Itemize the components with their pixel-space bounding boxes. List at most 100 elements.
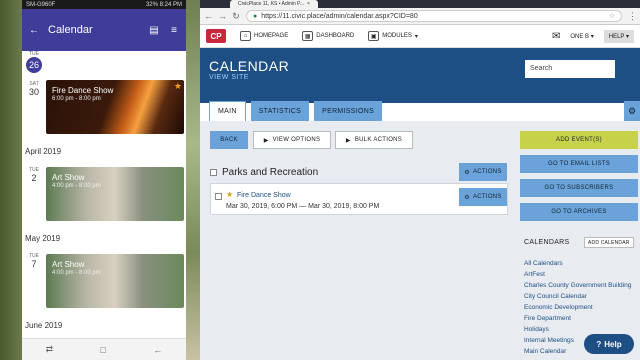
month-header: April 2019 — [25, 147, 62, 156]
event-row: ★ Fire Dance Show Mar 30, 2019, 6:00 PM … — [210, 183, 508, 215]
back-icon[interactable]: ← — [153, 345, 162, 355]
event-dates: Mar 30, 2019, 6:00 PM — Mar 30, 2019, 8:… — [226, 203, 380, 210]
calendar-icon[interactable]: ▤ — [148, 24, 160, 36]
play-icon: ▶ — [345, 137, 351, 144]
help-button[interactable]: ? Help — [584, 334, 634, 354]
view-site-link[interactable]: VIEW SITE — [209, 74, 249, 81]
group-checkbox[interactable] — [210, 168, 217, 176]
browser-tab-strip: CivicPlace 11, KS • Admin P... × — [200, 0, 640, 8]
filter-icon[interactable]: ≡ — [168, 24, 180, 36]
help-button-label: Help — [604, 339, 622, 349]
star-icon[interactable]: ★ — [226, 190, 233, 199]
tab-permissions[interactable]: PERMISSIONS — [314, 101, 383, 121]
tab-main[interactable]: MAIN — [209, 101, 246, 121]
event-card-fire-dance[interactable]: Fire Dance Show 6:00 pm - 8:00 pm ★ — [46, 80, 184, 134]
status-left: SM-G960F — [26, 1, 56, 8]
page-title: CALENDAR — [209, 58, 290, 74]
browser-window: CivicPlace 11, KS • Admin P... × ← → ↻ ●… — [200, 0, 640, 360]
page-tabs: MAIN STATISTICS PERMISSIONS — [209, 101, 383, 121]
home-icon[interactable]: □ — [101, 345, 106, 355]
event-actions-button[interactable]: ⚙ ACTIONS — [459, 188, 507, 206]
app-bar: ← Calendar ▤ ≡ — [22, 9, 186, 51]
calendar-link[interactable]: City Council Calendar — [524, 291, 638, 302]
modules-icon: ▣ — [368, 31, 380, 41]
dashboard-icon: ▦ — [302, 31, 314, 41]
address-bar-row: ← → ↻ ● https://11.civic.place/admin/cal… — [200, 8, 640, 25]
url-field[interactable]: ● https://11.civic.place/admin/calendar.… — [246, 10, 622, 22]
bookmark-star-icon[interactable]: ☆ — [609, 12, 615, 20]
desktop-background-strip — [186, 0, 200, 360]
tab-statistics[interactable]: STATISTICS — [250, 101, 310, 121]
event-title: Art Show — [52, 260, 85, 269]
bulk-actions-button[interactable]: ▶ BULK ACTIONS — [335, 131, 413, 149]
event-card-art-show[interactable]: Art Show 4:00 pm - 8:00 pm — [46, 254, 184, 308]
android-nav-bar: ⇄ □ ← — [22, 338, 186, 360]
month-header: June 2019 — [25, 321, 63, 330]
close-icon[interactable]: × — [307, 1, 310, 7]
url-text: https://11.civic.place/admin/calendar.as… — [261, 12, 418, 20]
civicplace-logo[interactable]: CP — [206, 29, 226, 43]
user-menu-label: ONE B — [570, 33, 590, 40]
event-title: Fire Dance Show — [52, 86, 114, 95]
event-list[interactable]: TUE 26 SAT 30 Fire Dance Show 6:00 pm - … — [22, 51, 186, 338]
calendar-link[interactable]: All Calendars — [524, 258, 638, 269]
forward-icon[interactable]: → — [218, 11, 227, 21]
event-checkbox[interactable] — [215, 193, 222, 200]
calendar-link[interactable]: Fire Department — [524, 313, 638, 324]
help-menu[interactable]: HELP ▾ — [603, 29, 634, 43]
recent-apps-icon[interactable]: ⇄ — [46, 344, 54, 355]
event-day: 2 — [31, 173, 37, 183]
play-icon: ▶ — [263, 137, 269, 144]
nav-modules[interactable]: ▣ MODULES ▾ — [368, 31, 418, 41]
back-button[interactable]: BACK — [210, 131, 248, 149]
menu-icon[interactable]: ⋮ — [628, 11, 637, 22]
browser-tab[interactable]: CivicPlace 11, KS • Admin P... × — [230, 0, 318, 8]
add-calendar-button[interactable]: ADD CALENDAR — [584, 237, 634, 248]
month-header: May 2019 — [25, 234, 61, 243]
tab-title: CivicPlace 11, KS • Admin P... — [238, 1, 305, 7]
back-icon[interactable]: ← — [204, 11, 213, 21]
calendars-heading: CALENDARS — [524, 239, 570, 246]
main-content: BACK ▶ VIEW OPTIONS ▶ BULK ACTIONS Parks a… — [200, 121, 640, 360]
reload-icon[interactable]: ↻ — [232, 11, 240, 22]
lock-icon: ● — [253, 12, 258, 20]
event-card-art-show[interactable]: Art Show 4:00 pm - 8:00 pm — [46, 167, 184, 221]
search-input[interactable]: Search — [525, 60, 615, 78]
back-arrow-icon[interactable]: ← — [28, 24, 40, 36]
nav-homepage[interactable]: ⌂ HOMEPAGE — [240, 31, 288, 41]
view-options-label: VIEW OPTIONS — [272, 137, 321, 143]
admin-top-nav: CP ⌂ HOMEPAGE ▦ DASHBOARD ▣ MODULES ▾ ✉ … — [200, 25, 640, 48]
event-name-link[interactable]: Fire Dance Show — [237, 192, 291, 199]
group-actions-button[interactable]: ⚙ ACTIONS — [459, 163, 507, 181]
view-options-button[interactable]: ▶ VIEW OPTIONS — [253, 131, 331, 149]
calendar-link[interactable]: ArtFest — [524, 269, 638, 280]
gear-icon: ⚙ — [464, 194, 470, 201]
event-time: 4:00 pm - 8:00 pm — [52, 183, 101, 189]
help-icon: ? — [596, 339, 602, 349]
group-actions-label: ACTIONS — [472, 169, 502, 175]
gear-icon[interactable]: ⚙ — [624, 101, 640, 121]
subscribers-button[interactable]: GO TO SUBSCRIBERS — [520, 179, 638, 197]
help-menu-label: HELP — [608, 33, 625, 40]
calendar-link[interactable]: Economic Development — [524, 302, 638, 313]
nav-homepage-label: HOMEPAGE — [254, 33, 289, 39]
email-lists-button[interactable]: GO TO EMAIL LISTS — [520, 155, 638, 173]
bulk-actions-label: BULK ACTIONS — [354, 137, 403, 143]
group-title: Parks and Recreation — [222, 166, 319, 178]
phone-status-bar: SM-G960F 32% 8:24 PM — [22, 0, 186, 9]
add-events-button[interactable]: ADD EVENT(S) — [520, 131, 638, 149]
event-time: 4:00 pm - 8:00 pm — [52, 270, 101, 276]
nav-dashboard[interactable]: ▦ DASHBOARD — [302, 31, 354, 41]
gear-icon: ⚙ — [464, 169, 470, 176]
event-title: Art Show — [52, 173, 85, 182]
event-day: 30 — [28, 87, 39, 97]
chevron-down-icon: ▾ — [414, 33, 418, 40]
event-day: 7 — [31, 259, 37, 269]
mail-icon[interactable]: ✉ — [552, 31, 560, 42]
calendar-link[interactable]: Charles County Government Building — [524, 280, 638, 291]
event-actions-label: ACTIONS — [472, 194, 502, 200]
nav-right: ✉ ONE B ▾ HELP ▾ — [552, 29, 634, 43]
star-icon[interactable]: ★ — [174, 81, 182, 92]
archives-button[interactable]: GO TO ARCHIVES — [520, 203, 638, 221]
user-menu[interactable]: ONE B ▾ — [570, 33, 593, 40]
